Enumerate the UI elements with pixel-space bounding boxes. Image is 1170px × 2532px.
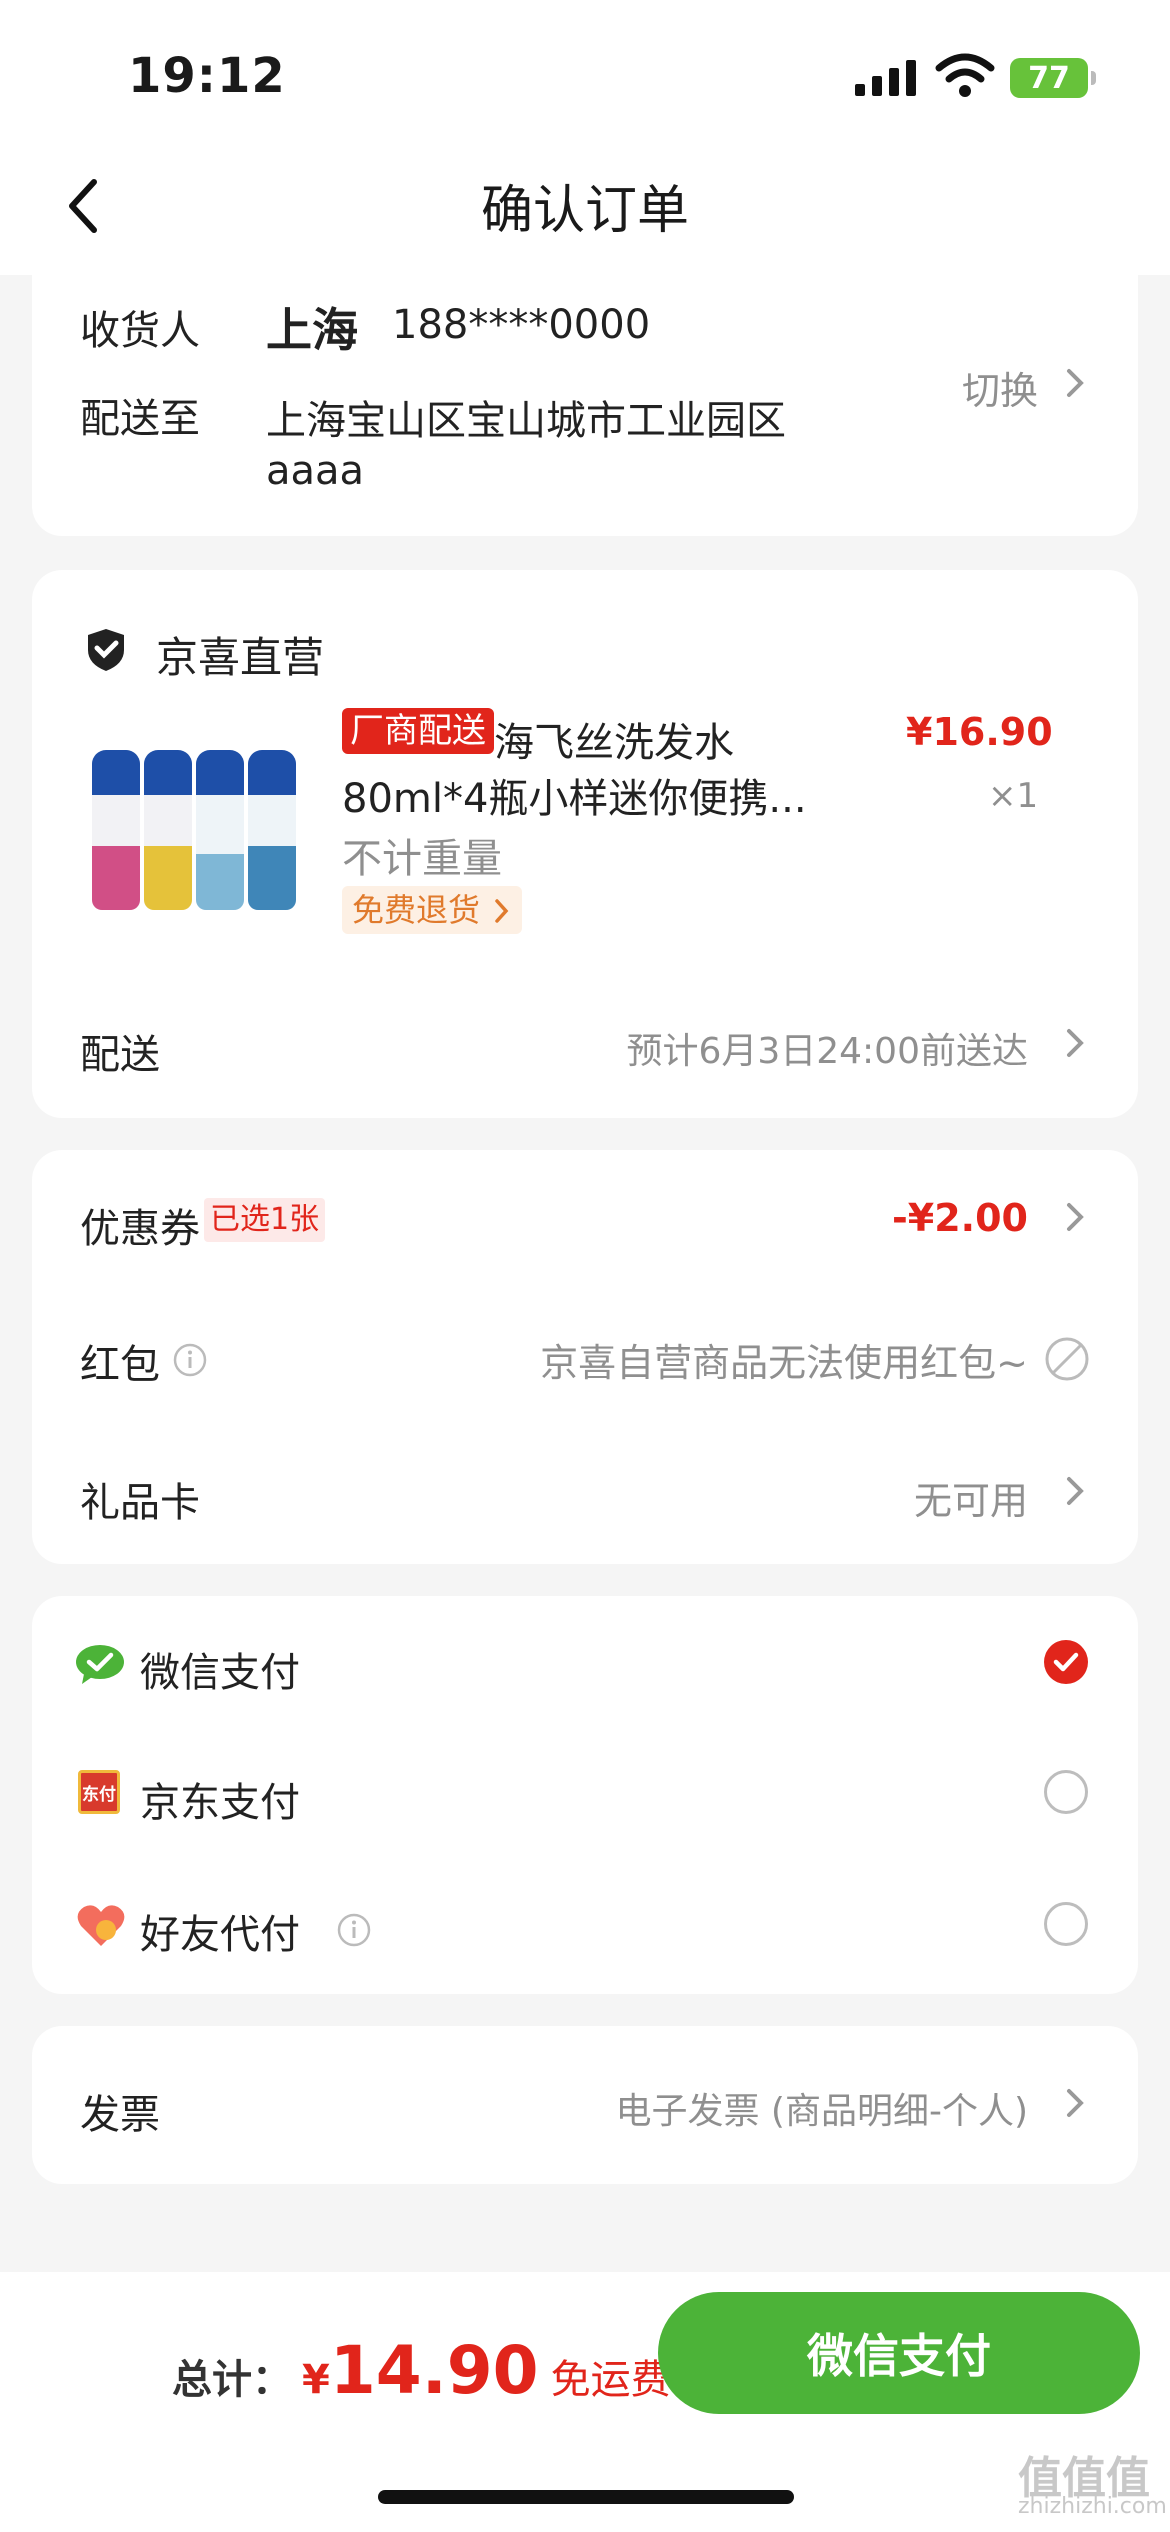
giftcard-label: 礼品卡 <box>80 1480 200 1526</box>
receiver-phone: 188****0000 <box>392 302 651 348</box>
wechat-pay-label: 微信支付 <box>140 1650 300 1696</box>
status-time: 19:12 <box>128 48 286 104</box>
shop-name: 京喜直营 <box>156 633 325 682</box>
giftcard-value: 无可用 <box>913 1479 1028 1523</box>
product-title-line-2[interactable]: 80ml*4瓶小样迷你便携... <box>342 766 807 824</box>
wechat-pay-button[interactable]: 微信支付 <box>658 2292 1140 2414</box>
heart-icon <box>77 1905 125 1946</box>
chevron-right-icon <box>1067 1029 1084 1057</box>
receiver-name: 上海 <box>266 303 358 357</box>
shop-card: 京喜直营 厂商配送 海飞丝洗发水 80ml*4瓶小样迷你便携... ¥16.90… <box>32 570 1138 1118</box>
bottle-image <box>92 750 140 910</box>
invoice-label: 发票 <box>80 2092 160 2138</box>
coupon-selected-badge: 已选1张 <box>204 1198 326 1242</box>
page-title: 确认订单 <box>480 181 689 241</box>
redpacket-value: 京喜自营商品无法使用红包~ <box>540 1341 1028 1385</box>
shield-icon <box>88 629 124 671</box>
info-icon[interactable] <box>336 1912 372 1948</box>
invoice-card[interactable]: 发票 电子发票 (商品明细-个人) <box>32 2026 1138 2184</box>
jd-pay-label: 京东支付 <box>140 1780 300 1826</box>
jd-pay-icon-text: 东付 <box>82 1784 116 1805</box>
order-total: 总计： ¥ 14.90 免运费 <box>172 2332 671 2409</box>
coupon-value: -¥2.00 <box>892 1196 1028 1240</box>
free-return-badge[interactable]: 免费退货 <box>342 886 523 934</box>
product-weight: 不计重量 <box>342 836 502 882</box>
bottle-image <box>144 750 192 910</box>
total-amount: 14.90 <box>329 2332 539 2409</box>
watermark-url: zhizhizhi.com <box>1018 2494 1167 2519</box>
bottle-image <box>196 750 244 910</box>
coupon-row[interactable]: 优惠券 已选1张 -¥2.00 <box>32 1150 1138 1286</box>
bottle-image <box>248 750 296 910</box>
payment-option-jd[interactable]: 东付 京东支付 <box>32 1728 1138 1860</box>
friend-pay-label: 好友代付 <box>140 1912 300 1958</box>
friend-pay-radio[interactable] <box>1044 1902 1088 1946</box>
payment-option-wechat[interactable]: 微信支付 <box>32 1596 1138 1728</box>
product-title-line-1[interactable]: 海飞丝洗发水 <box>494 710 734 768</box>
free-return-label: 免费退货 <box>352 891 481 929</box>
product-quantity: ×1 <box>988 776 1039 816</box>
delivery-label: 配送 <box>80 1032 160 1078</box>
switch-address-button[interactable]: 切换 <box>962 360 1038 415</box>
jd-pay-radio[interactable] <box>1044 1770 1088 1814</box>
redpacket-row: 红包 京喜自营商品无法使用红包~ <box>32 1286 1138 1424</box>
redpacket-label: 红包 <box>80 1342 160 1388</box>
chevron-right-icon <box>1067 2089 1084 2117</box>
jd-pay-icon: 东付 <box>78 1770 120 1814</box>
chevron-right-icon <box>1067 369 1084 397</box>
wechat-icon <box>76 1645 124 1684</box>
chevron-right-icon <box>1067 1203 1084 1231</box>
vendor-delivery-tag: 厂商配送 <box>342 708 494 754</box>
product-image[interactable] <box>72 740 312 930</box>
chevron-right-icon <box>1067 1477 1084 1505</box>
payment-option-friend[interactable]: 好友代付 <box>32 1860 1138 1994</box>
check-icon <box>1053 1652 1079 1672</box>
wifi-icon <box>935 53 995 97</box>
wechat-pay-radio[interactable] <box>1044 1640 1088 1684</box>
receiver-label: 收货人 <box>80 308 200 354</box>
address-line-1: 上海宝山区宝山城市工业园区 <box>266 398 786 444</box>
coupon-label: 优惠券 <box>80 1206 200 1252</box>
free-shipping-label: 免运费 <box>550 2357 671 2403</box>
address-line-2: aaaa <box>266 448 365 494</box>
total-currency: ¥ <box>302 2357 330 2403</box>
payment-card: 微信支付 东付 京东支付 好友代付 <box>32 1596 1138 1994</box>
chevron-right-icon <box>495 899 509 923</box>
delivery-estimate[interactable]: 预计6月3日24:00前送达 <box>626 1022 1028 1074</box>
battery-level: 77 <box>1028 60 1070 96</box>
invoice-value: 电子发票 (商品明细-个人) <box>615 2091 1028 2132</box>
disabled-icon <box>1045 1337 1089 1381</box>
battery-icon: 77 <box>1010 58 1096 98</box>
discount-card: 优惠券 已选1张 -¥2.00 红包 京喜自营商品无法使用红包~ 礼品卡 无可用 <box>32 1150 1138 1564</box>
deliver-to-label: 配送至 <box>80 396 200 442</box>
signal-icon <box>855 56 916 96</box>
total-label: 总计： <box>172 2357 292 2403</box>
home-indicator <box>378 2490 794 2504</box>
giftcard-row[interactable]: 礼品卡 无可用 <box>32 1424 1138 1564</box>
address-card[interactable]: 收货人 上海 188****0000 配送至 上海宝山区宝山城市工业园区 aaa… <box>32 248 1138 536</box>
product-price: ¥16.90 <box>906 710 1053 754</box>
info-icon[interactable] <box>172 1342 208 1378</box>
